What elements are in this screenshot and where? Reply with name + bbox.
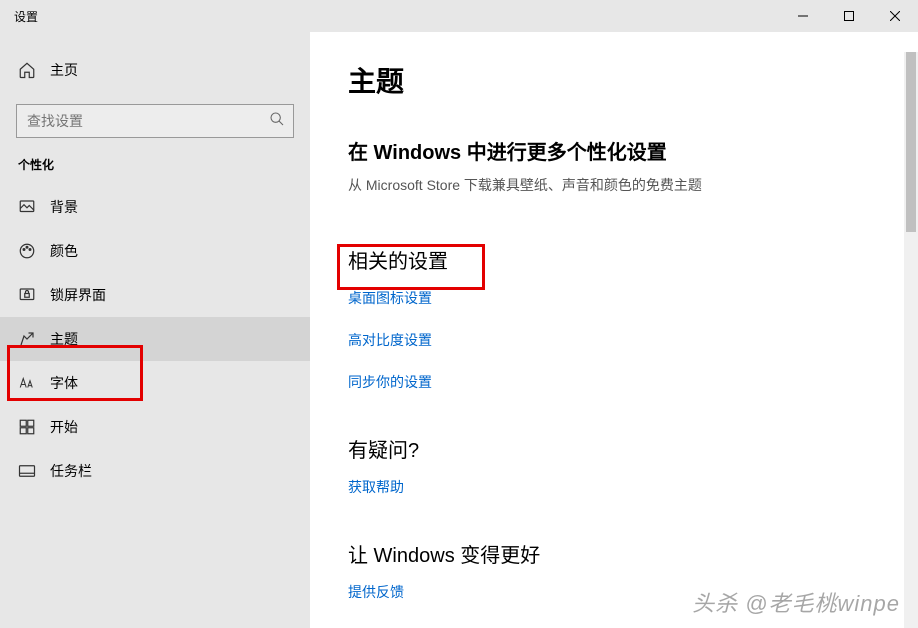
link-feedback[interactable]: 提供反馈	[348, 582, 878, 602]
window-title: 设置	[0, 8, 38, 25]
sidebar-item-colors[interactable]: 颜色	[0, 229, 310, 273]
sidebar: 主页 个性化 背景 颜色 锁屏界面 主题 字体	[0, 32, 310, 628]
content-pane: 主题 在 Windows 中进行更多个性化设置 从 Microsoft Stor…	[310, 32, 918, 628]
sidebar-item-label: 开始	[50, 417, 78, 437]
link-desktop-icon-settings[interactable]: 桌面图标设置	[348, 288, 878, 308]
sidebar-item-label: 背景	[50, 197, 78, 217]
sidebar-item-label: 锁屏界面	[50, 285, 106, 305]
search-input[interactable]	[27, 113, 269, 129]
sidebar-item-label: 任务栏	[50, 461, 92, 481]
titlebar: 设置	[0, 0, 918, 32]
font-icon	[18, 374, 36, 392]
lockscreen-icon	[18, 286, 36, 304]
minimize-button[interactable]	[780, 0, 826, 32]
start-icon	[18, 418, 36, 436]
theme-icon	[18, 330, 36, 348]
page-title: 主题	[348, 60, 878, 100]
sidebar-item-taskbar[interactable]: 任务栏	[0, 449, 310, 493]
sidebar-item-themes[interactable]: 主题	[0, 317, 310, 361]
window-controls	[780, 0, 918, 32]
picture-icon	[18, 198, 36, 216]
sidebar-item-fonts[interactable]: 字体	[0, 361, 310, 405]
maximize-button[interactable]	[826, 0, 872, 32]
sidebar-item-background[interactable]: 背景	[0, 185, 310, 229]
sidebar-item-label: 主题	[50, 329, 78, 349]
home-label: 主页	[50, 60, 78, 80]
category-label: 个性化	[0, 156, 310, 185]
palette-icon	[18, 242, 36, 260]
sidebar-item-start[interactable]: 开始	[0, 405, 310, 449]
sidebar-item-lockscreen[interactable]: 锁屏界面	[0, 273, 310, 317]
link-sync-settings[interactable]: 同步你的设置	[348, 372, 878, 392]
search-icon	[269, 111, 285, 132]
related-settings-title: 相关的设置	[348, 245, 878, 274]
maximize-icon	[844, 11, 854, 21]
home-button[interactable]: 主页	[0, 50, 310, 90]
scroll-thumb[interactable]	[906, 52, 916, 232]
sidebar-item-label: 颜色	[50, 241, 78, 261]
close-icon	[890, 11, 900, 21]
minimize-icon	[798, 11, 808, 21]
more-personalize-subtitle: 从 Microsoft Store 下载兼具壁纸、声音和颜色的免费主题	[348, 175, 878, 195]
help-title: 有疑问?	[348, 434, 878, 463]
taskbar-icon	[18, 462, 36, 480]
scrollbar[interactable]	[904, 52, 918, 628]
link-high-contrast[interactable]: 高对比度设置	[348, 330, 878, 350]
close-button[interactable]	[872, 0, 918, 32]
home-icon	[18, 61, 36, 79]
link-get-help[interactable]: 获取帮助	[348, 477, 878, 497]
feedback-title: 让 Windows 变得更好	[348, 539, 878, 568]
sidebar-item-label: 字体	[50, 373, 78, 393]
search-box[interactable]	[16, 104, 294, 138]
more-personalize-title: 在 Windows 中进行更多个性化设置	[348, 136, 878, 165]
